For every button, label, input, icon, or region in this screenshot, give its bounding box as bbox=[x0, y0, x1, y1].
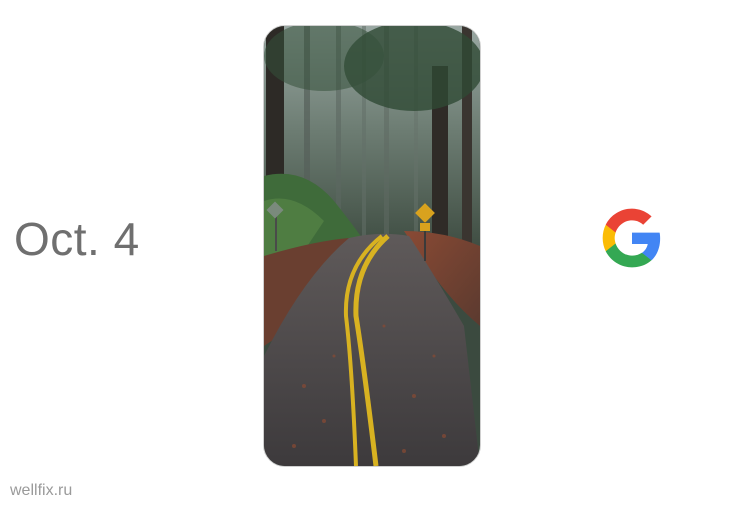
forest-road-wallpaper bbox=[264, 26, 480, 466]
watermark: wellfix.ru bbox=[10, 482, 73, 499]
event-date: Oct. 4 bbox=[14, 213, 140, 265]
phone-device bbox=[263, 25, 481, 467]
google-g-logo bbox=[602, 208, 661, 268]
